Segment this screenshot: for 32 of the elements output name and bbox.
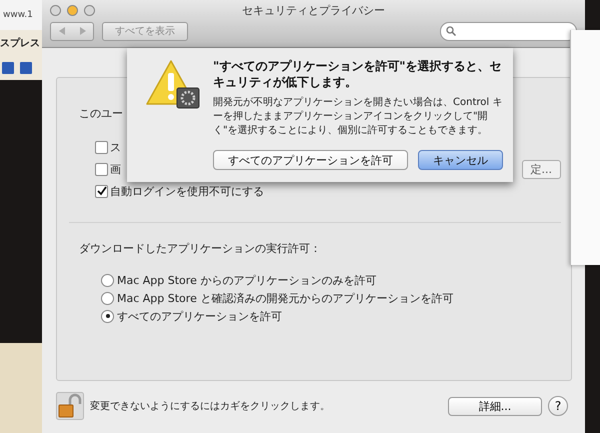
checkbox[interactable] <box>95 162 108 176</box>
search-icon <box>446 26 456 36</box>
allow-button[interactable]: すべてのアプリケーションを許可 <box>213 150 408 170</box>
checkbox-label[interactable]: 画 <box>95 162 121 176</box>
zoom-icon[interactable] <box>84 4 95 16</box>
checkbox[interactable] <box>95 184 108 198</box>
radio-option[interactable]: Mac App Store からのアプリケーションのみを許可 <box>79 271 561 289</box>
radio-button[interactable] <box>101 292 114 304</box>
radio-button[interactable] <box>101 310 114 322</box>
unlocked-padlock-icon[interactable] <box>56 392 84 420</box>
advanced-button[interactable]: 詳細... <box>448 396 542 416</box>
radio-button[interactable] <box>101 274 114 286</box>
cancel-button[interactable]: キャンセル <box>418 150 503 170</box>
message-button[interactable]: 定... <box>522 160 561 178</box>
search-field[interactable] <box>440 22 577 40</box>
window-title: セキュリティとプライバシー <box>241 2 386 18</box>
radio-option[interactable]: Mac App Store と確認済みの開発元からのアプリケーションを許可 <box>79 289 561 307</box>
checkbox-label[interactable]: ス <box>95 140 121 154</box>
alert-message: 開発元が不明なアプリケーションを開きたい場合は、Control キーを押したままアプリケーションアイコンをクリックして"開く"を選択することにより、個別に許可することもできます。 <box>213 96 503 138</box>
help-button[interactable]: ? <box>548 396 568 416</box>
alert-title: "すべてのアプリケーションを許可"を選択すると、セキュリティが低下します。 <box>213 58 503 90</box>
checkbox[interactable] <box>95 140 108 154</box>
page-heading: スプレス <box>0 30 42 56</box>
close-icon[interactable] <box>50 4 61 16</box>
checkbox-label[interactable]: 自動ログインを使用不可にする <box>95 184 264 198</box>
minimize-icon[interactable] <box>67 4 78 16</box>
warning-icon <box>145 58 201 110</box>
lock-hint: 変更できないようにするにはカギをクリックします。 <box>90 400 331 413</box>
section-heading: ダウンロードしたアプリケーションの実行許可： <box>79 241 321 256</box>
radio-option[interactable]: すべてのアプリケーションを許可 <box>79 307 561 325</box>
address-bar[interactable]: www.1 <box>0 0 42 30</box>
section-heading: このユー <box>79 106 123 121</box>
